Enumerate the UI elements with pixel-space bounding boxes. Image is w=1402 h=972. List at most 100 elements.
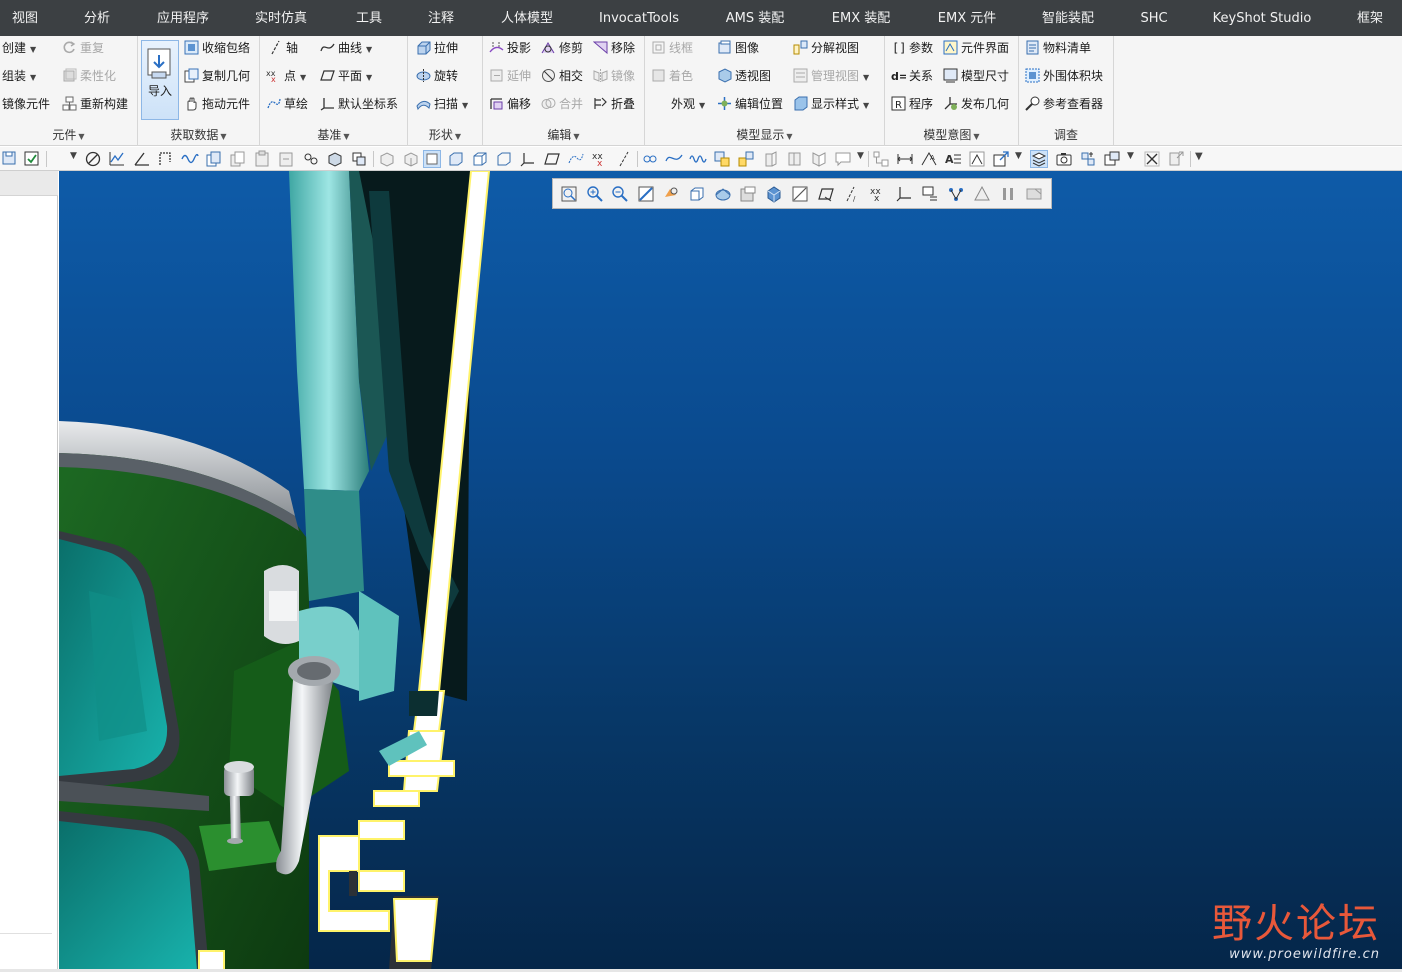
paste-special-icon[interactable] — [277, 150, 295, 168]
wave-icon[interactable] — [181, 150, 199, 168]
camera-icon[interactable] — [1055, 150, 1073, 168]
merge-button[interactable]: 合并 — [541, 93, 583, 115]
tab-realtime-simulation[interactable]: 实时仿真 — [244, 0, 318, 36]
regenerate-icon[interactable] — [1167, 150, 1185, 168]
appearance-button[interactable]: 外观 ▼ — [671, 93, 705, 115]
default-csys-button[interactable]: 默认坐标系 — [320, 93, 398, 115]
selection-filter-dropdown[interactable]: ▼ — [70, 151, 77, 161]
tab-emx-component[interactable]: EMX 元件 — [924, 0, 1010, 36]
tab-annotate[interactable]: 注释 — [414, 0, 468, 36]
tab-invocattools[interactable]: InvocatTools — [586, 0, 692, 36]
plane-display-toggle-icon[interactable] — [817, 185, 835, 203]
spring-display-icon[interactable] — [689, 150, 707, 168]
parameters-button[interactable]: [] 参数 — [891, 37, 933, 59]
repaint-icon[interactable] — [637, 185, 655, 203]
plane-display-icon[interactable] — [543, 150, 561, 168]
shrinkwrap-button[interactable]: 收缩包络 — [184, 37, 250, 59]
shading-icon[interactable] — [423, 150, 441, 168]
reference-viewer-button[interactable]: 参考查看器 — [1025, 93, 1103, 115]
check-icon[interactable] — [23, 150, 41, 168]
appearance-toggle-icon[interactable] — [1025, 185, 1043, 203]
chain-icon[interactable] — [302, 150, 320, 168]
curve-button[interactable]: 曲线 ▼ — [320, 37, 372, 59]
saved-orientations-icon[interactable] — [688, 185, 706, 203]
wireframe-button[interactable]: 线框 — [651, 37, 693, 59]
plane-button[interactable]: 平面 ▼ — [320, 65, 372, 87]
sketch-display-icon[interactable] — [567, 150, 585, 168]
tab-emx-assembly[interactable]: EMX 装配 — [818, 0, 904, 36]
tab-applications[interactable]: 应用程序 — [146, 0, 220, 36]
color-button[interactable]: 着色 — [651, 65, 693, 87]
section-icon[interactable] — [762, 150, 780, 168]
extend-button[interactable]: 延伸 — [489, 65, 531, 87]
repeat-button[interactable]: 重复 — [62, 37, 104, 59]
pause-icon[interactable] — [999, 185, 1017, 203]
paste-icon[interactable] — [253, 150, 271, 168]
chart-grid-icon[interactable] — [108, 150, 126, 168]
copy-geometry-button[interactable]: 复制几何 — [184, 65, 250, 87]
exploded-view-button[interactable]: 分解视图 — [793, 37, 859, 59]
view-manager-3d-icon[interactable] — [714, 185, 732, 203]
display-style-button[interactable]: 显示样式 ▼ — [793, 93, 869, 115]
bounding-block-button[interactable]: 外围体积块 — [1025, 65, 1103, 87]
appearance-gallery-icon[interactable] — [1079, 150, 1097, 168]
tree-layout-icon[interactable] — [872, 150, 890, 168]
tab-frame[interactable]: 框架 — [1348, 0, 1392, 36]
axis-display-icon[interactable] — [615, 150, 633, 168]
curve-display-icon[interactable] — [665, 150, 683, 168]
no-hidden-icon[interactable] — [378, 150, 396, 168]
bracket-icon[interactable] — [157, 150, 175, 168]
save-icon[interactable] — [1, 150, 19, 168]
close-window-icon[interactable] — [1143, 150, 1161, 168]
wireframe-display-icon[interactable] — [495, 150, 513, 168]
layer-icon[interactable] — [350, 150, 368, 168]
dimension-icon[interactable] — [896, 150, 914, 168]
remove-button[interactable]: 移除 — [592, 37, 635, 59]
duplicate-icon[interactable] — [229, 150, 247, 168]
bom-button[interactable]: 物料清单 — [1025, 37, 1091, 59]
drag-component-button[interactable]: 拖动元件 — [184, 93, 250, 115]
half-section-icon[interactable] — [810, 150, 828, 168]
tab-manikin[interactable]: 人体模型 — [490, 0, 564, 36]
angle-icon[interactable] — [133, 150, 151, 168]
axis-display-toggle-icon[interactable]: / — [843, 185, 861, 203]
tab-shc[interactable]: SHC — [1130, 0, 1178, 36]
zoom-out-icon[interactable] — [611, 185, 629, 203]
view-manager-icon[interactable] — [992, 150, 1010, 168]
display-style-cube-icon[interactable] — [765, 185, 783, 203]
trim-button[interactable]: 修剪 — [541, 37, 583, 59]
fold-button[interactable]: 折叠 — [593, 93, 635, 115]
shading-reflections-icon[interactable] — [471, 150, 489, 168]
window-icon[interactable] — [1103, 150, 1121, 168]
sweep-button[interactable]: 扫描 ▼ — [416, 93, 468, 115]
zone-icon[interactable] — [786, 150, 804, 168]
sketch-button[interactable]: 草绘 — [266, 93, 308, 115]
graphics-window[interactable]: / xx x 野火论坛 www.proewildfire.cn — [59, 171, 1402, 970]
perspective-view-icon[interactable] — [739, 185, 757, 203]
create-button[interactable]: 创建 ▼ — [2, 37, 36, 59]
model-tree-icon[interactable] — [713, 150, 731, 168]
geometric-tolerance-icon[interactable]: A — [920, 150, 938, 168]
tab-tools[interactable]: 工具 — [342, 0, 396, 36]
extrude-button[interactable]: 拉伸 — [416, 37, 458, 59]
perspective-button[interactable]: 透视图 — [717, 65, 771, 87]
note-icon[interactable]: A — [944, 150, 962, 168]
explode-icon[interactable] — [737, 150, 755, 168]
copy-icon[interactable] — [205, 150, 223, 168]
layers-icon[interactable] — [1030, 150, 1048, 168]
offset-button[interactable]: 偏移 — [489, 93, 531, 115]
relations-button[interactable]: d= 关系 — [891, 65, 933, 87]
csys-display-icon[interactable] — [519, 150, 537, 168]
cube-display-icon[interactable] — [326, 150, 344, 168]
csys-display-toggle-icon[interactable] — [895, 185, 913, 203]
assemble-button[interactable]: 组装 ▼ — [2, 65, 36, 87]
chat-icon[interactable] — [834, 150, 852, 168]
point-button[interactable]: xx x 点 ▼ — [266, 65, 306, 87]
network-display-icon[interactable] — [947, 185, 965, 203]
flexible-button[interactable]: 柔性化 — [62, 65, 116, 87]
model-tree-panel[interactable] — [0, 171, 58, 972]
window-dropdown[interactable]: ▼ — [1127, 151, 1134, 161]
section-plane-icon[interactable] — [791, 185, 809, 203]
mirror-button[interactable]: 镜像 — [593, 65, 635, 87]
edit-position-button[interactable]: 编辑位置 — [717, 93, 783, 115]
